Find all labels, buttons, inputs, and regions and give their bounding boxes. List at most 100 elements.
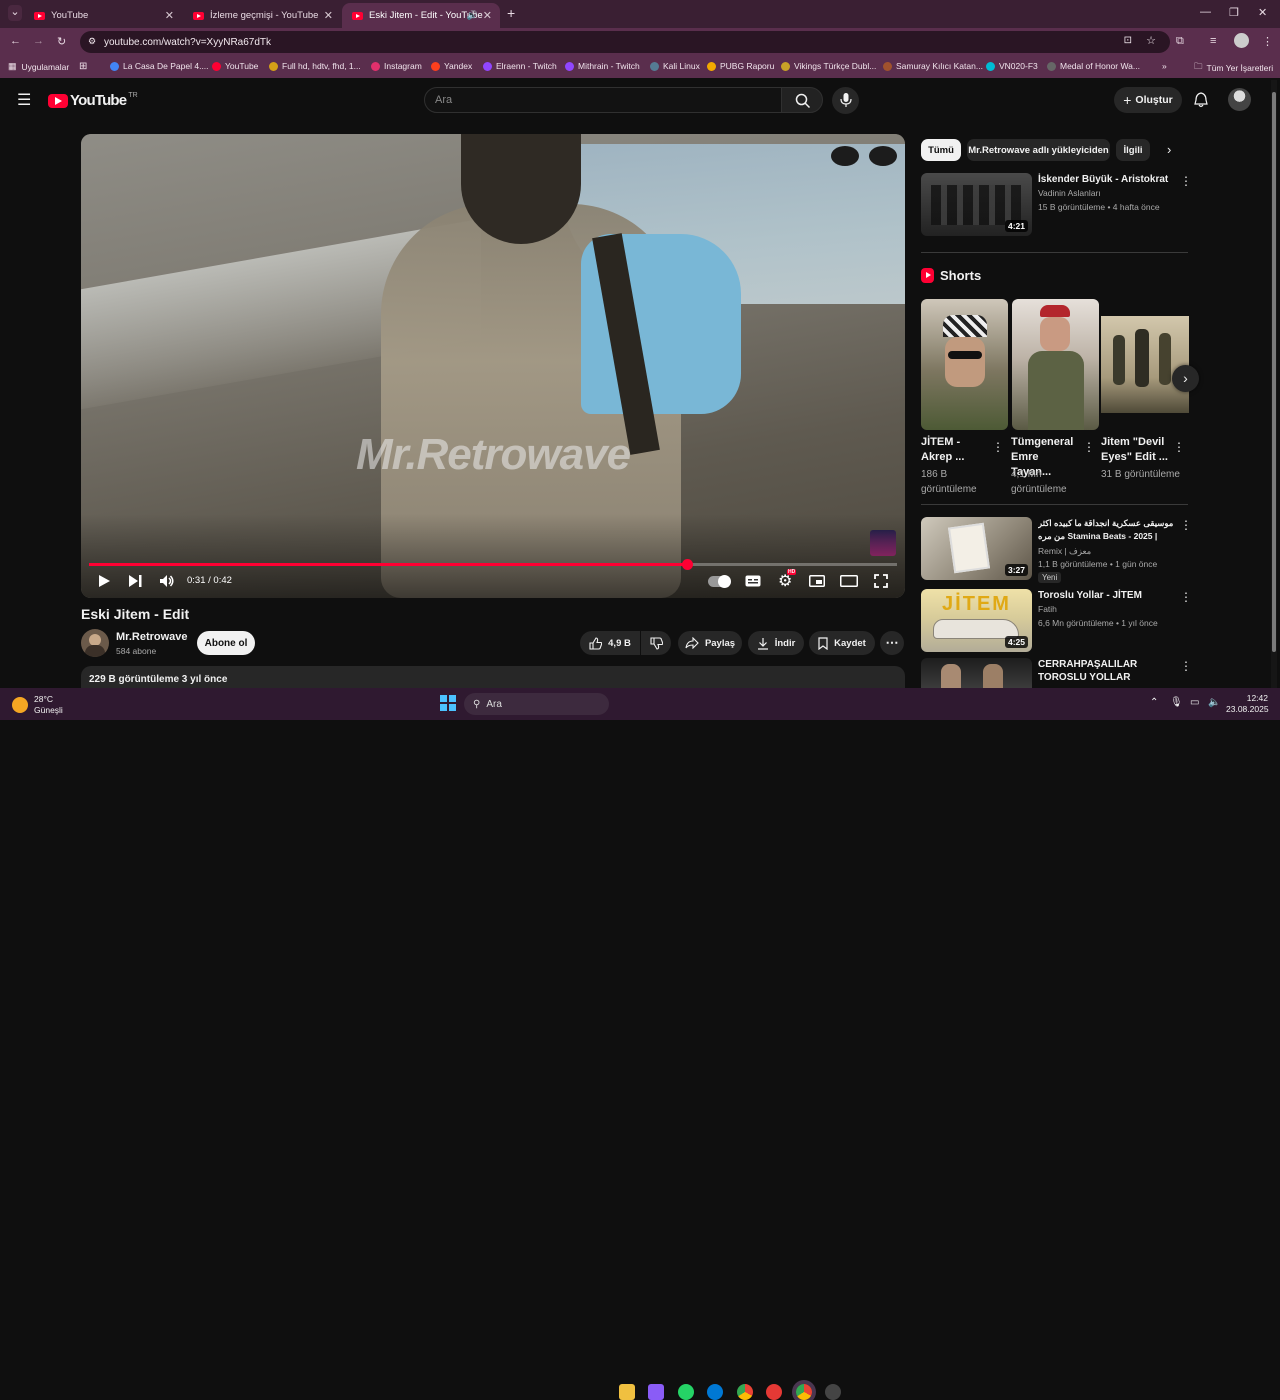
chrome-icon[interactable] xyxy=(737,1384,753,1400)
short-thumbnail[interactable] xyxy=(921,299,1008,430)
short-thumbnail[interactable] xyxy=(1012,299,1099,430)
maximize-button[interactable]: ❐ xyxy=(1229,6,1239,19)
chip-all[interactable]: Tümü xyxy=(921,139,961,161)
bookmark-item[interactable]: VN020-F3 xyxy=(986,61,1038,71)
account-avatar[interactable] xyxy=(1228,88,1251,111)
bookmark-item[interactable]: La Casa De Papel 4.... xyxy=(110,61,209,71)
related-video-title[interactable]: Toroslu Yollar - JİTEM xyxy=(1038,589,1176,602)
video-player[interactable]: Mr.Retrowave 0:31 / 0:42 ⚙ HD xyxy=(81,134,905,598)
profile-avatar[interactable] xyxy=(1234,33,1249,48)
short-title[interactable]: JİTEM - Akrep ... xyxy=(921,435,991,465)
forward-arrow-icon[interactable]: → xyxy=(33,35,44,47)
share-button[interactable]: Paylaş xyxy=(678,631,742,655)
more-vertical-icon[interactable]: ⋮ xyxy=(992,440,1004,454)
chips-next-arrow-icon[interactable]: › xyxy=(1167,142,1171,157)
file-explorer-icon[interactable] xyxy=(619,1384,635,1400)
app-icon[interactable] xyxy=(825,1384,841,1400)
hamburger-menu-icon[interactable]: ☰ xyxy=(17,90,31,110)
store-icon[interactable] xyxy=(648,1384,664,1400)
play-icon[interactable] xyxy=(97,574,111,588)
channel-avatar[interactable] xyxy=(81,629,109,657)
system-clock[interactable]: 12:42 23.08.2025 xyxy=(1226,693,1269,715)
site-info-icon[interactable]: ⚙ xyxy=(88,36,96,47)
related-video-title[interactable]: موسيقى عسكرية انجداقة ما كبيده اكثر من م… xyxy=(1038,517,1176,543)
fullscreen-icon[interactable] xyxy=(874,574,888,588)
more-vertical-icon[interactable]: ⋮ xyxy=(1180,174,1192,188)
new-tab-button[interactable]: + xyxy=(507,5,515,21)
bookmark-item[interactable]: Full hd, hdtv, fhd, 1... xyxy=(269,61,361,71)
bookmark-apps[interactable]: ▦ Uygulamalar xyxy=(8,61,69,72)
address-bar[interactable]: ⚙ youtube.com/watch?v=XyyNRa67dTk ⊡ ☆ xyxy=(80,31,1170,53)
shorts-next-button[interactable]: › xyxy=(1172,365,1199,392)
bookmark-item[interactable]: Elraenn - Twitch xyxy=(483,61,557,71)
search-input[interactable]: Ara xyxy=(424,87,782,113)
scrollbar-thumb[interactable] xyxy=(1272,92,1276,652)
related-video-title[interactable]: CERRAHPAŞALILAR TOROSLU YOLLAR xyxy=(1038,658,1176,684)
minimize-button[interactable]: — xyxy=(1200,6,1211,18)
browser-menu-icon[interactable]: ⋮ xyxy=(1262,35,1273,48)
reload-icon[interactable]: ↻ xyxy=(57,35,66,48)
more-vertical-icon[interactable]: ⋮ xyxy=(1173,440,1185,454)
back-arrow-icon[interactable]: ← xyxy=(10,35,21,47)
audio-playing-icon[interactable]: 🔊 xyxy=(467,10,478,21)
subtitles-icon[interactable] xyxy=(745,575,761,587)
more-vertical-icon[interactable]: ⋮ xyxy=(1180,659,1192,673)
bookmark-item[interactable]: Samuray Kılıcı Katan... xyxy=(883,61,983,71)
search-button[interactable] xyxy=(781,87,823,113)
notifications-bell-icon[interactable] xyxy=(1194,92,1208,108)
tab-youtube[interactable]: YouTube ✕ xyxy=(24,3,182,28)
edge-icon[interactable] xyxy=(707,1384,723,1400)
close-tab-icon[interactable]: ✕ xyxy=(483,9,492,22)
extensions-icon[interactable]: ⧉ xyxy=(1176,35,1184,48)
related-video-channel[interactable]: Vadinin Aslanları xyxy=(1038,187,1101,200)
more-vertical-icon[interactable]: ⋮ xyxy=(1083,440,1095,454)
settings-button[interactable]: ⚙ HD xyxy=(778,569,797,591)
bookmark-item[interactable]: Vikings Türkçe Dubl... xyxy=(781,61,876,71)
media-control-icon[interactable]: ≡ xyxy=(1210,35,1216,47)
youtube-logo[interactable]: YouTube TR xyxy=(48,92,138,109)
tab-active-video[interactable]: Eski Jitem - Edit - YouTube 🔊 ✕ xyxy=(342,3,500,28)
miniplayer-icon[interactable] xyxy=(809,575,825,587)
subscribe-button[interactable]: Abone ol xyxy=(197,631,255,655)
short-thumbnail[interactable] xyxy=(1101,299,1189,430)
related-video-title[interactable]: İskender Büyük - Aristokrat xyxy=(1038,173,1176,186)
taskbar-search[interactable]: ⚲ Ara xyxy=(464,693,609,715)
speaker-tray-icon[interactable]: 🔈 xyxy=(1208,697,1220,708)
create-button[interactable]: + Oluştur xyxy=(1114,87,1182,113)
all-bookmarks-folder[interactable]: 🗀 Tüm Yer İşaretleri xyxy=(1194,61,1273,75)
bookmark-item[interactable]: Mithrain - Twitch xyxy=(565,61,640,71)
video-thumbnail[interactable]: JİTEM 4:25 xyxy=(921,589,1032,652)
windows-start-icon[interactable] xyxy=(440,695,456,711)
short-title[interactable]: Jitem "Devil Eyes" Edit ... xyxy=(1101,435,1171,465)
tab-search-button[interactable]: ⌄ xyxy=(8,5,22,21)
microphone-tray-icon[interactable]: 🎙 xyxy=(1170,697,1183,708)
install-app-icon[interactable]: ⊡ xyxy=(1124,35,1132,46)
video-thumbnail[interactable] xyxy=(921,658,1032,688)
more-vertical-icon[interactable]: ⋮ xyxy=(1180,518,1192,532)
bookmark-item[interactable]: YouTube xyxy=(212,61,258,71)
save-button[interactable]: Kaydet xyxy=(809,631,875,655)
tab-groups-icon[interactable]: ⊞ xyxy=(79,61,87,72)
related-video-channel[interactable]: Remix | معزف xyxy=(1038,545,1091,558)
chrome-active-icon[interactable] xyxy=(796,1384,812,1400)
bookmark-star-icon[interactable]: ☆ xyxy=(1146,34,1156,47)
more-vertical-icon[interactable]: ⋮ xyxy=(1180,590,1192,604)
chip-from-uploader[interactable]: Mr.Retrowave adlı yükleyiciden xyxy=(967,139,1110,161)
weather-widget[interactable]: 28°C Güneşli xyxy=(12,694,63,716)
bookmark-item[interactable]: PUBG Raporu xyxy=(707,61,774,71)
close-tab-icon[interactable]: ✕ xyxy=(324,9,333,22)
volume-icon[interactable] xyxy=(159,574,175,588)
bookmark-item[interactable]: Yandex xyxy=(431,61,472,71)
more-actions-button[interactable]: ⋯ xyxy=(880,631,904,655)
like-button[interactable]: 4,9 B xyxy=(580,631,640,655)
bookmark-item[interactable]: Instagram xyxy=(371,61,422,71)
display-tray-icon[interactable]: ▭ xyxy=(1190,697,1199,708)
page-scrollbar[interactable] xyxy=(1271,80,1277,688)
whatsapp-icon[interactable] xyxy=(678,1384,694,1400)
more-bookmarks-icon[interactable]: » xyxy=(1162,61,1167,71)
autoplay-toggle[interactable] xyxy=(708,575,731,588)
download-button[interactable]: İndir xyxy=(748,631,804,655)
video-thumbnail[interactable]: 4:21 xyxy=(921,173,1032,236)
close-tab-icon[interactable]: ✕ xyxy=(165,9,174,22)
related-video-channel[interactable]: Fatih xyxy=(1038,603,1057,616)
